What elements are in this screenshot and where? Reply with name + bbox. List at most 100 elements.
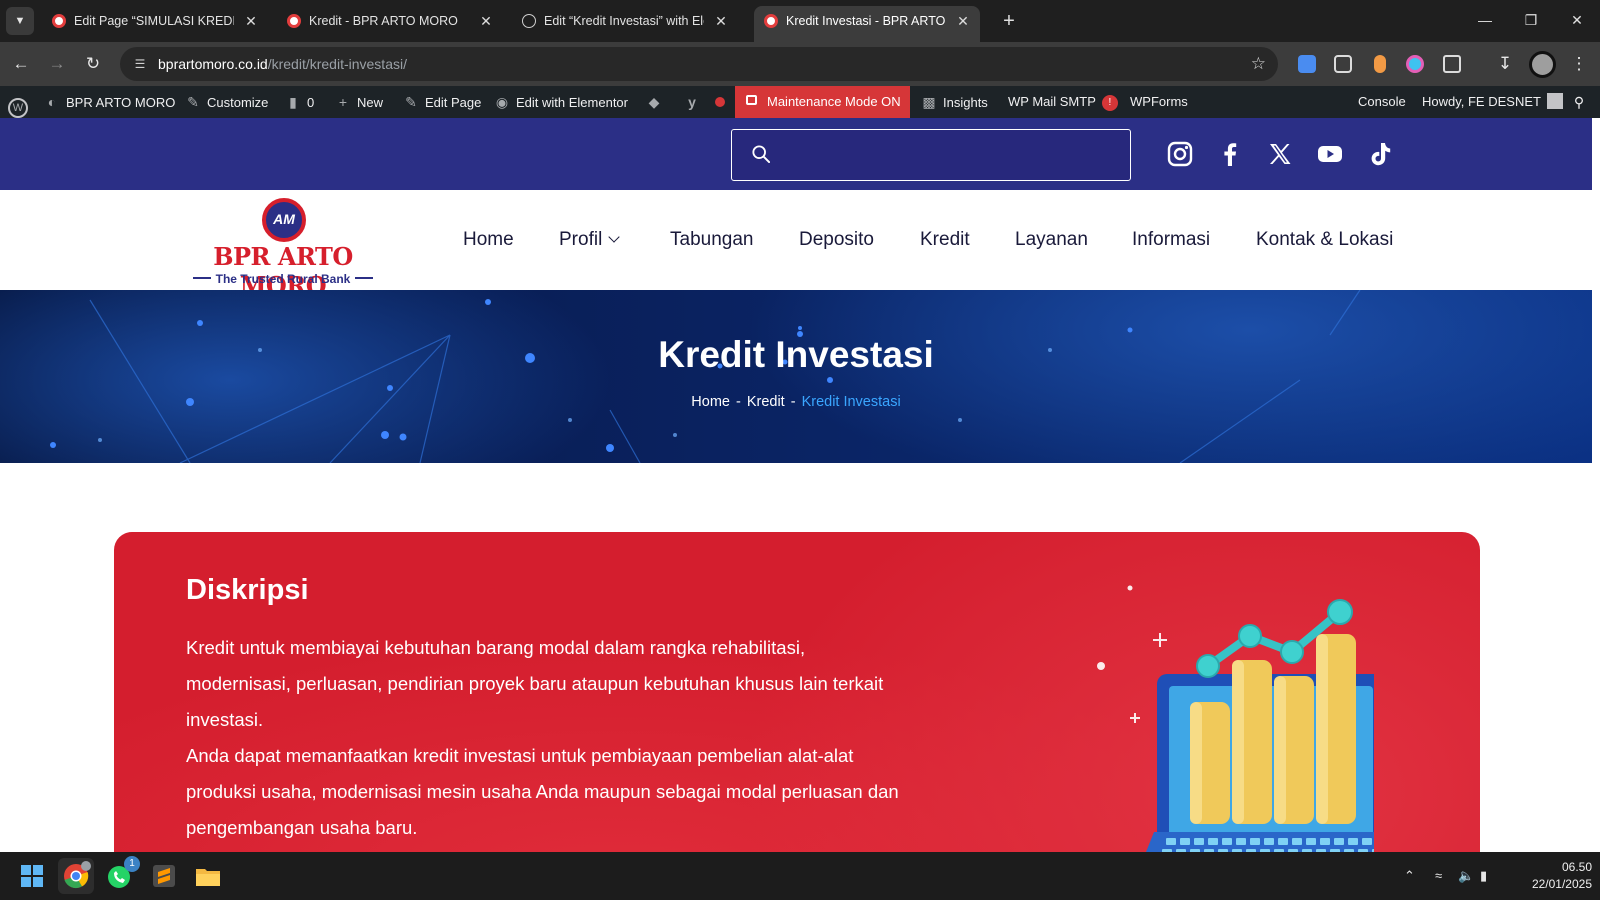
browser-tab-3[interactable]: Edit “Kredit Investasi” with Elementor ✕	[512, 6, 738, 36]
show-hidden-icons-chevron-icon[interactable]: ⌃	[1404, 852, 1415, 900]
wp-mail-smtp[interactable]: WP Mail SMTP!	[1008, 86, 1118, 118]
restore-icon[interactable]: ❐	[1508, 0, 1554, 40]
description-paragraph-1: Kredit untuk membiayai kebutuhan barang …	[186, 637, 884, 730]
bpr-favicon-icon	[764, 14, 778, 28]
diamond-icon[interactable]: ◆	[645, 86, 668, 118]
wordpress-logo-icon[interactable]: W	[8, 86, 33, 118]
extension-screen-icon[interactable]	[1334, 55, 1352, 73]
tab-title: Edit Page “SIMULASI KREDIT BPR ARTO MORO…	[74, 14, 234, 28]
wp-wpforms[interactable]: WPForms	[1130, 86, 1188, 118]
brush-icon: ✎	[187, 94, 199, 110]
description-paragraph-2: Anda dapat memanfaatkan kredit investasi…	[186, 745, 899, 838]
plus-icon: +	[338, 94, 348, 110]
bpr-arto-moro-logo[interactable]: AM BPR ARTO MORO The Trusted Rural Bank	[183, 198, 383, 300]
breadcrumb-kredit[interactable]: Kredit	[747, 394, 785, 410]
close-window-icon[interactable]: ✕	[1554, 0, 1600, 40]
reload-icon[interactable]: ↻	[80, 51, 106, 77]
tiktok-icon[interactable]	[1366, 140, 1394, 168]
site-search-box[interactable]	[731, 129, 1131, 181]
windows-taskbar: 1 ⌃ ≈ 🔈 ▮ 06.50 22/01/2025	[0, 852, 1600, 900]
hero-network-background	[50, 290, 1361, 463]
dashboard-icon: ◐	[47, 94, 57, 110]
file-explorer-icon[interactable]	[190, 858, 226, 894]
battery-icon[interactable]: ▮	[1480, 852, 1487, 900]
chrome-taskbar-button[interactable]	[58, 858, 94, 894]
bpr-favicon-icon	[287, 14, 301, 28]
site-topbar	[0, 118, 1592, 190]
clock-time: 06.50	[1561, 860, 1592, 874]
breadcrumb-current: Kredit Investasi	[801, 394, 901, 410]
user-avatar	[1546, 93, 1563, 109]
wp-insights[interactable]: ▩ Insights	[920, 86, 987, 118]
close-tab-icon[interactable]: ✕	[712, 6, 730, 36]
wp-search-icon[interactable]: ⚲	[1570, 86, 1593, 118]
browser-tab-2[interactable]: Kredit - BPR ARTO MORO ✕	[277, 6, 503, 36]
site-search-input[interactable]	[782, 138, 1112, 172]
bar-chart-icon: ▩	[922, 94, 936, 110]
youtube-icon[interactable]	[1316, 140, 1344, 168]
close-tab-icon[interactable]: ✕	[954, 6, 972, 36]
bookmark-star-icon[interactable]: ☆	[1251, 47, 1266, 81]
x-twitter-icon[interactable]	[1266, 140, 1294, 168]
elementor-icon: ◉	[495, 94, 509, 110]
search-icon	[752, 145, 770, 163]
pencil-icon: ✎	[405, 94, 417, 110]
yoast-icon[interactable]: y	[683, 86, 706, 118]
wp-comments[interactable]: ▮ 0	[284, 86, 314, 118]
browser-menu-icon[interactable]: ⋮	[1566, 51, 1592, 77]
close-tab-icon[interactable]: ✕	[477, 6, 495, 36]
tab-title: Kredit - BPR ARTO MORO	[309, 14, 458, 28]
instagram-icon[interactable]	[1166, 140, 1194, 168]
nav-tabungan[interactable]: Tabungan	[670, 190, 753, 290]
minimize-icon[interactable]: —	[1462, 0, 1508, 40]
wp-edit-elementor[interactable]: ◉ Edit with Elementor	[493, 86, 628, 118]
browser-tab-1[interactable]: Edit Page “SIMULASI KREDIT BPR ARTO MORO…	[42, 6, 268, 36]
logo-tagline: The Trusted Rural Bank	[183, 272, 383, 286]
nav-home[interactable]: Home	[463, 190, 514, 290]
browser-tab-strip: ▼ Edit Page “SIMULASI KREDIT BPR ARTO MO…	[0, 0, 1600, 42]
whatsapp-taskbar-button[interactable]: 1	[102, 856, 140, 894]
download-icon[interactable]: ↧	[1492, 51, 1518, 77]
wp-edit-page[interactable]: ✎ Edit Page	[402, 86, 481, 118]
extension-docs-icon[interactable]	[1298, 55, 1316, 73]
windows-start-icon[interactable]	[14, 858, 50, 894]
extension-fire-icon[interactable]	[1374, 55, 1386, 73]
profile-avatar[interactable]	[1529, 51, 1556, 78]
breadcrumb-separator: -	[790, 394, 796, 410]
nav-layanan[interactable]: Layanan	[1015, 190, 1088, 290]
sublime-text-icon[interactable]	[146, 858, 182, 894]
wp-site-name[interactable]: ◐ BPR ARTO MORO	[43, 86, 176, 118]
status-dot-icon	[715, 97, 725, 107]
back-icon[interactable]: ←	[8, 51, 34, 77]
url-text[interactable]: bprartomoro.co.id/kredit/kredit-investas…	[158, 47, 407, 81]
site-info-icon[interactable]: ☰	[128, 52, 152, 76]
system-clock[interactable]: 06.50 22/01/2025	[1508, 859, 1592, 893]
breadcrumb: Home - Kredit - Kredit Investasi	[0, 394, 1592, 410]
new-tab-button[interactable]: +	[996, 8, 1022, 34]
close-tab-icon[interactable]: ✕	[242, 6, 260, 36]
tab-search-button[interactable]: ▼	[6, 7, 34, 35]
extension-color-icon[interactable]	[1406, 55, 1424, 73]
wp-new[interactable]: + New	[334, 86, 383, 118]
forward-icon[interactable]: →	[44, 51, 70, 77]
wifi-icon[interactable]: ≈	[1435, 852, 1442, 900]
tab-title: Edit “Kredit Investasi” with Elementor	[544, 14, 704, 28]
nav-kredit[interactable]: Kredit	[920, 190, 970, 290]
volume-icon[interactable]: 🔈	[1458, 852, 1474, 900]
facebook-icon[interactable]	[1216, 140, 1244, 168]
chevron-down-icon	[608, 231, 620, 243]
browser-tab-4-active[interactable]: Kredit Investasi - BPR ARTO MORO ✕	[754, 6, 980, 42]
nav-profil[interactable]: Profil	[559, 190, 620, 290]
wp-howdy[interactable]: Howdy, FE DESNET	[1422, 86, 1563, 118]
wp-customize[interactable]: ✎ Customize	[184, 86, 268, 118]
page-title: Kredit Investasi	[658, 334, 934, 375]
extensions-puzzle-icon[interactable]	[1443, 55, 1461, 73]
alert-badge: !	[1101, 95, 1118, 111]
wp-maintenance-mode[interactable]: Maintenance Mode ON	[735, 86, 910, 118]
nav-deposito[interactable]: Deposito	[799, 190, 874, 290]
breadcrumb-home[interactable]: Home	[691, 394, 730, 410]
nav-kontak-lokasi[interactable]: Kontak & Lokasi	[1256, 190, 1393, 290]
wp-console[interactable]: Console	[1358, 86, 1406, 118]
address-bar[interactable]: ☰ bprartomoro.co.id/kredit/kredit-invest…	[120, 47, 1278, 81]
nav-informasi[interactable]: Informasi	[1132, 190, 1210, 290]
